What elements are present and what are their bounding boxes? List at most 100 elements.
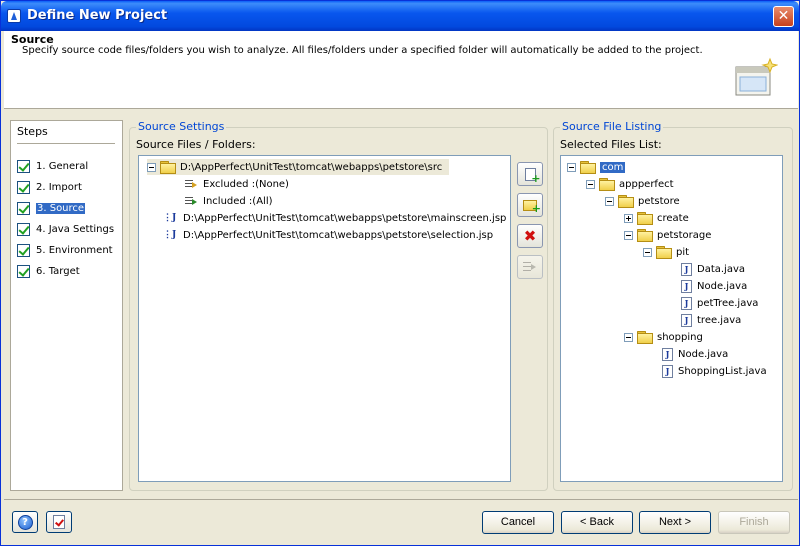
step-check-icon	[17, 222, 30, 236]
collapse-icon[interactable]	[567, 162, 576, 172]
step-check-icon	[17, 180, 30, 194]
selected-files-tree[interactable]: com appperfect petstore create petstorag…	[560, 155, 783, 482]
wizard-content: Steps 1. General 2. Import 3. Source 4. …	[4, 110, 798, 498]
window-title: Define New Project	[27, 8, 168, 23]
step-label: 4. Java Settings	[36, 223, 115, 235]
source-root-path: D:\AppPerfect\UnitTest\tomcat\webapps\pe…	[180, 161, 443, 173]
checklist-button[interactable]	[46, 511, 72, 533]
folder-icon	[637, 229, 653, 242]
tree-node-pit[interactable]: pit	[643, 244, 689, 260]
step-check-icon	[17, 243, 30, 257]
app-icon	[7, 9, 21, 23]
java-file-icon: J	[662, 364, 673, 378]
excluded-label: Excluded :(None)	[203, 178, 289, 190]
remove-button[interactable]: ✖	[517, 224, 543, 248]
source-file-path: D:\AppPerfect\UnitTest\tomcat\webapps\pe…	[183, 229, 494, 241]
node-label: Node.java	[697, 280, 748, 292]
collapse-icon[interactable]	[624, 230, 633, 240]
wizard-window-icon	[735, 57, 778, 96]
add-file-icon	[524, 167, 541, 184]
tree-node-shopping[interactable]: shopping	[624, 329, 703, 345]
add-folder-button[interactable]	[517, 193, 543, 217]
collapse-icon[interactable]	[147, 162, 156, 172]
source-files-tree[interactable]: D:\AppPerfect\UnitTest\tomcat\webapps\pe…	[138, 155, 511, 482]
collapse-icon[interactable]	[605, 196, 614, 206]
filter-button[interactable]	[517, 255, 543, 279]
title-bar[interactable]: Define New Project ✕	[1, 1, 799, 31]
step-label: 6. Target	[36, 265, 80, 277]
source-file-node[interactable]: ⋮J D:\AppPerfect\UnitTest\tomcat\webapps…	[163, 227, 493, 243]
java-file-icon: J	[681, 262, 692, 276]
java-file-icon: J	[662, 347, 673, 361]
help-button[interactable]: ?	[12, 511, 38, 533]
tree-node-petstorage[interactable]: petstorage	[624, 227, 711, 243]
expand-icon[interactable]	[624, 213, 633, 223]
source-file-node[interactable]: ⋮J D:\AppPerfect\UnitTest\tomcat\webapps…	[163, 210, 506, 226]
node-label: Data.java	[697, 263, 746, 275]
delete-icon: ✖	[523, 226, 537, 245]
node-label: Node.java	[678, 348, 729, 360]
java-file-icon: J	[681, 296, 692, 310]
wizard-header: Source Specify source code files/folders…	[4, 31, 798, 109]
add-folder-icon	[523, 199, 541, 214]
node-label: com	[600, 161, 626, 173]
checklist-icon	[53, 515, 65, 529]
steps-divider	[17, 143, 115, 144]
step-general[interactable]: 1. General	[17, 158, 88, 174]
step-target[interactable]: 6. Target	[17, 263, 80, 279]
source-listing-title: Source File Listing	[560, 120, 664, 133]
step-environment[interactable]: 5. Environment	[17, 242, 113, 258]
tree-node-file[interactable]: J petTree.java	[681, 295, 758, 311]
add-file-button[interactable]	[517, 162, 543, 186]
source-settings-group: Source Settings Source Files / Folders: …	[129, 120, 548, 491]
tree-node-com[interactable]: com	[567, 159, 626, 175]
step-label: 5. Environment	[36, 244, 113, 256]
collapse-icon[interactable]	[643, 247, 652, 257]
page-description: Specify source code files/folders you wi…	[22, 45, 703, 56]
node-label: shopping	[657, 331, 703, 343]
jsp-file-icon: ⋮J	[163, 213, 177, 223]
help-icon: ?	[17, 514, 33, 530]
finish-button[interactable]: Finish	[718, 511, 790, 534]
node-label: appperfect	[619, 178, 674, 190]
close-button[interactable]: ✕	[773, 6, 794, 27]
source-files-label: Source Files / Folders:	[136, 138, 256, 151]
step-label: 3. Source	[36, 202, 86, 214]
folder-icon	[580, 161, 596, 174]
step-source[interactable]: 3. Source	[17, 200, 86, 216]
included-node[interactable]: Included :(All)	[183, 193, 273, 209]
step-check-icon	[17, 159, 30, 173]
collapse-icon[interactable]	[586, 179, 595, 189]
folder-icon	[160, 161, 176, 174]
java-file-icon: J	[681, 313, 692, 327]
collapse-icon[interactable]	[624, 332, 633, 342]
source-listing-group: Source File Listing Selected Files List:…	[553, 120, 793, 491]
step-import[interactable]: 2. Import	[17, 179, 82, 195]
source-settings-title: Source Settings	[136, 120, 227, 133]
include-filter-icon	[183, 195, 199, 208]
next-button[interactable]: Next >	[639, 511, 711, 534]
tree-node-file[interactable]: J Node.java	[681, 278, 747, 294]
folder-icon	[599, 178, 615, 191]
java-file-icon: J	[681, 279, 692, 293]
node-label: tree.java	[697, 314, 742, 326]
step-java-settings[interactable]: 4. Java Settings	[17, 221, 114, 237]
tree-node-file[interactable]: J ShoppingList.java	[662, 363, 767, 379]
tree-node-petstore[interactable]: petstore	[605, 193, 680, 209]
tree-node-file[interactable]: J Node.java	[662, 346, 728, 362]
tree-node-file[interactable]: J Data.java	[681, 261, 745, 277]
source-file-path: D:\AppPerfect\UnitTest\tomcat\webapps\pe…	[183, 212, 507, 224]
back-button[interactable]: < Back	[561, 511, 633, 534]
source-root-node[interactable]: D:\AppPerfect\UnitTest\tomcat\webapps\pe…	[147, 159, 449, 175]
folder-icon	[618, 195, 634, 208]
tree-node-appperfect[interactable]: appperfect	[586, 176, 674, 192]
folder-icon	[637, 331, 653, 344]
step-check-icon	[17, 264, 30, 278]
tree-node-file[interactable]: J tree.java	[681, 312, 741, 328]
excluded-node[interactable]: Excluded :(None)	[183, 176, 289, 192]
tree-node-create[interactable]: create	[624, 210, 689, 226]
steps-title: Steps	[17, 125, 48, 138]
node-label: create	[657, 212, 689, 224]
cancel-button[interactable]: Cancel	[482, 511, 554, 534]
node-label: pit	[676, 246, 690, 258]
